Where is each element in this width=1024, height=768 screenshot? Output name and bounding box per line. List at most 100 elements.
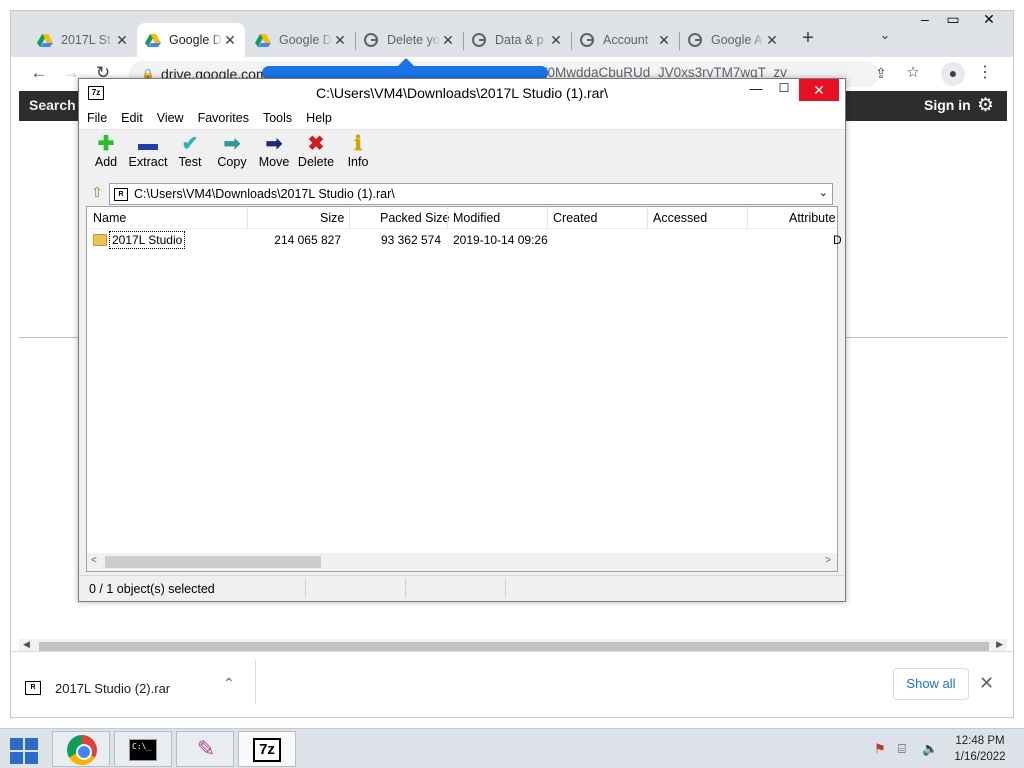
folder-icon [93, 234, 107, 246]
path-combobox[interactable]: R C:\Users\VM4\Downloads\2017L Studio (1… [109, 183, 833, 205]
table-row[interactable]: 2017L Studio 214 065 827 93 362 574 2019… [87, 231, 842, 249]
menu-favorites[interactable]: Favorites [198, 111, 249, 125]
maximize-button[interactable]: ▭ [937, 11, 969, 33]
close-window-button[interactable]: ✕ [973, 11, 1005, 33]
gear-icon[interactable]: ⚙ [977, 94, 994, 117]
tab-6[interactable]: Google A ✕ [679, 23, 787, 57]
extract-button[interactable]: ▬ Extract [127, 133, 169, 177]
copy-button[interactable]: ➡ Copy [211, 133, 253, 177]
7zip-icon: 7z [253, 738, 281, 762]
bookmark-star-icon[interactable]: ☆ [901, 62, 925, 86]
status-bar: 0 / 1 object(s) selected [79, 575, 845, 601]
tab-close-icon[interactable]: ✕ [223, 32, 237, 49]
col-modified[interactable]: Modified [453, 211, 500, 225]
copy-icon: ➡ [223, 133, 241, 155]
search-link[interactable]: Search [29, 97, 76, 113]
taskbar-cmd[interactable]: C:\_ [114, 731, 172, 767]
col-divider[interactable] [447, 207, 448, 229]
menu-bar: File Edit View Favorites Tools Help [79, 107, 845, 129]
col-created[interactable]: Created [553, 211, 597, 225]
col-divider[interactable] [247, 207, 248, 229]
clock-time: 12:48 PM [955, 735, 1005, 747]
tab-4[interactable]: Data & p ✕ [463, 23, 572, 57]
scroll-left-icon[interactable]: < [91, 555, 97, 566]
volume-muted-icon[interactable]: 🔈 [922, 741, 938, 757]
menu-kebab-icon[interactable]: ⋮ [973, 62, 997, 86]
taskbar-chrome[interactable] [52, 731, 110, 767]
chevron-up-icon[interactable]: ⌃ [223, 675, 235, 692]
show-all-button[interactable]: Show all [893, 668, 969, 700]
list-horizontal-scrollbar[interactable]: < > [87, 553, 837, 571]
add-button[interactable]: ✚ Add [85, 133, 127, 177]
tool-label: Extract [128, 155, 168, 169]
scroll-left-icon[interactable]: ◀ [23, 639, 30, 650]
menu-edit[interactable]: Edit [121, 111, 143, 125]
col-size[interactable]: Size [320, 211, 344, 225]
start-button[interactable] [8, 735, 40, 764]
status-divider [405, 578, 406, 598]
profile-avatar-icon[interactable]: ● [941, 62, 965, 86]
new-tab-button[interactable]: + [794, 25, 822, 53]
file-list[interactable]: Name Size Packed Size Modified Created A… [86, 206, 842, 572]
move-button[interactable]: ➡ Move [253, 133, 295, 177]
tool-label: Info [347, 155, 369, 169]
tab-3[interactable]: Delete yo ✕ [355, 23, 464, 57]
add-icon: ✚ [97, 133, 115, 155]
scrollbar-thumb[interactable] [105, 556, 321, 568]
tab-close-icon[interactable]: ✕ [549, 32, 563, 49]
window-title: C:\Users\VM4\Downloads\2017L Studio (1).… [315, 85, 609, 101]
tab-label: Delete yo [387, 33, 440, 47]
tab-close-icon[interactable]: ✕ [657, 32, 671, 49]
col-divider[interactable] [349, 207, 350, 229]
folder-up-icon[interactable]: ⇧ [85, 184, 109, 204]
menu-file[interactable]: File [87, 111, 107, 125]
minimize-button[interactable]: — [745, 81, 767, 101]
taskbar-7zip[interactable]: 7z [238, 731, 296, 767]
windows-logo-icon [10, 738, 23, 750]
back-icon[interactable]: ← [27, 62, 51, 86]
tab-5[interactable]: Account ✕ [571, 23, 680, 57]
menu-tools[interactable]: Tools [263, 111, 292, 125]
system-clock[interactable]: 12:48 PM 1/16/2022 [940, 733, 1020, 765]
windows-logo-icon [25, 752, 38, 764]
scrollbar-thumb[interactable] [39, 642, 989, 651]
tab-1[interactable]: Google D ✕ [137, 23, 245, 57]
download-item[interactable]: R 2017L Studio (2).rar [25, 670, 255, 706]
close-button[interactable]: ✕ [799, 79, 839, 101]
tab-2[interactable]: Google D ✕ [247, 23, 356, 57]
col-divider[interactable] [647, 207, 648, 229]
tab-close-icon[interactable]: ✕ [115, 32, 129, 49]
tab-close-icon[interactable]: ✕ [441, 32, 455, 49]
sign-in-link[interactable]: Sign in [924, 97, 971, 113]
info-button[interactable]: ℹ Info [337, 133, 379, 177]
menu-help[interactable]: Help [306, 111, 332, 125]
col-divider[interactable] [747, 207, 748, 229]
paint-icon: ✎ [196, 736, 216, 761]
col-name[interactable]: Name [93, 211, 126, 225]
taskbar-paint[interactable]: ✎ [176, 731, 234, 767]
rar-file-icon: R [25, 681, 41, 695]
delete-button[interactable]: ✖ Delete [295, 133, 337, 177]
download-divider [255, 660, 256, 704]
tab-close-icon[interactable]: ✕ [765, 32, 779, 49]
toolbar: ✚ Add ▬ Extract ✔ Test ➡ Copy ➡ Move ✖ Delete … [85, 133, 379, 177]
col-accessed[interactable]: Accessed [653, 211, 707, 225]
close-download-shelf-icon[interactable]: ✕ [979, 673, 994, 694]
col-divider[interactable] [547, 207, 548, 229]
col-packed-size[interactable]: Packed Size [380, 211, 449, 225]
tab-search-chevron-icon[interactable]: ⌄ [873, 27, 897, 51]
chevron-down-icon[interactable]: ⌄ [819, 186, 828, 199]
tab-label: Google D [169, 33, 222, 47]
scroll-right-icon[interactable]: ▶ [996, 639, 1003, 650]
maximize-button[interactable]: ☐ [773, 81, 795, 101]
network-icon[interactable]: ⌸ [898, 741, 906, 757]
tab-0[interactable]: 2017L St ✕ [29, 23, 138, 57]
share-icon[interactable]: ⇪ [869, 62, 893, 86]
test-button[interactable]: ✔ Test [169, 133, 211, 177]
scroll-right-icon[interactable]: > [825, 555, 831, 566]
google-g-icon [364, 33, 378, 47]
menu-view[interactable]: View [157, 111, 184, 125]
tab-close-icon[interactable]: ✕ [333, 32, 347, 49]
col-attributes[interactable]: Attribute [789, 211, 836, 225]
action-center-flag-icon[interactable]: ⚑ [874, 741, 886, 757]
